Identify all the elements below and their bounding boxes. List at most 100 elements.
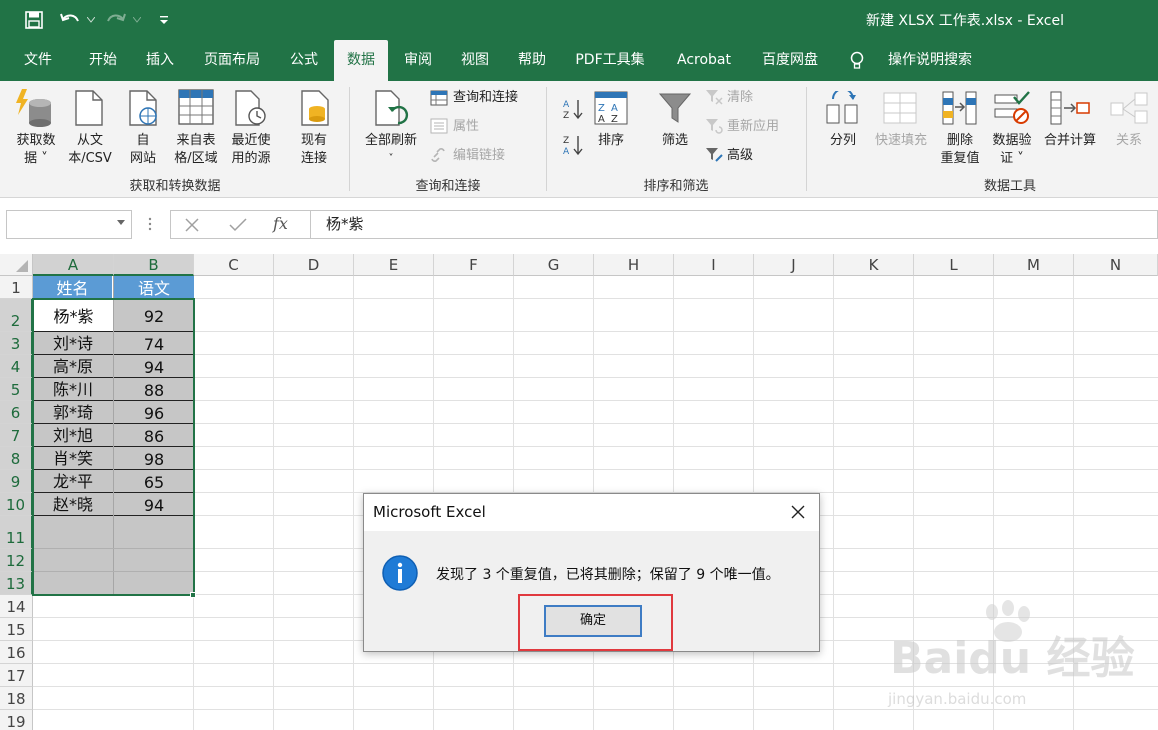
grid-line: [33, 331, 1158, 332]
svg-text:A: A: [611, 103, 618, 114]
row-header-17[interactable]: 17: [0, 664, 33, 687]
column-header-d[interactable]: D: [274, 254, 354, 276]
consolidate-label: 合并计算: [1043, 133, 1096, 148]
text-to-columns-label: 分列: [829, 133, 856, 148]
recent-sources-button[interactable]: 最近使 用的源: [224, 81, 278, 169]
grid-line: [33, 298, 1158, 299]
tab-help[interactable]: 帮助: [506, 40, 558, 81]
tab-baidu-netdisk[interactable]: 百度网盘: [750, 40, 830, 81]
queries-connections-button[interactable]: 查询和连接: [453, 88, 518, 108]
row-header-6[interactable]: 6: [0, 401, 33, 424]
from-table-label-1: 来自表: [176, 133, 216, 148]
column-header-n[interactable]: N: [1074, 254, 1158, 276]
fill-handle[interactable]: [190, 592, 196, 598]
from-table-range-button[interactable]: 来自表 格/区域: [168, 81, 224, 169]
tell-me-search[interactable]: 操作说明搜索: [880, 40, 980, 81]
row-header-10[interactable]: 10: [0, 493, 33, 516]
data-validation-button[interactable]: 数据验 证 ˅: [986, 81, 1038, 169]
name-box[interactable]: [6, 210, 132, 239]
grid-line: [353, 276, 354, 730]
advanced-button[interactable]: 高级: [727, 146, 753, 166]
column-header-j[interactable]: J: [754, 254, 834, 276]
from-text-label-1: 从文: [76, 133, 103, 148]
row-header-11[interactable]: 11: [0, 516, 33, 549]
column-header-g[interactable]: G: [514, 254, 594, 276]
from-web-button[interactable]: 自 网站: [118, 81, 168, 169]
row-header-1[interactable]: 1: [0, 276, 33, 299]
row-header-2[interactable]: 2: [0, 299, 33, 332]
lightbulb-icon[interactable]: [846, 40, 868, 81]
ok-button[interactable]: 确定: [544, 605, 642, 637]
row-header-12[interactable]: 12: [0, 549, 33, 572]
column-header-b[interactable]: B: [114, 254, 194, 276]
header-cell-name[interactable]: 姓名: [33, 276, 113, 299]
enter-icon[interactable]: [229, 218, 247, 232]
tab-acrobat[interactable]: Acrobat: [664, 40, 744, 81]
redo-dropdown-icon: [130, 8, 144, 32]
row-header-15[interactable]: 15: [0, 618, 33, 641]
column-header-f[interactable]: F: [434, 254, 514, 276]
column-header-h[interactable]: H: [594, 254, 674, 276]
group-separator: [546, 87, 547, 191]
column-header-a[interactable]: A: [33, 254, 114, 276]
formula-input[interactable]: 杨*紫: [310, 210, 1158, 239]
remove-duplicates-button[interactable]: 删除 重复值: [934, 81, 986, 169]
grid-line: [33, 423, 1158, 424]
sort-button[interactable]: ZAAZ 排序: [588, 81, 634, 169]
flash-fill-icon: [883, 92, 917, 124]
tab-view[interactable]: 视图: [448, 40, 502, 81]
column-header-m[interactable]: M: [994, 254, 1074, 276]
tab-data[interactable]: 数据: [334, 40, 388, 81]
column-header-l[interactable]: L: [914, 254, 994, 276]
close-icon[interactable]: [789, 503, 807, 521]
select-all-button[interactable]: [0, 254, 33, 276]
formula-buttons: fx: [170, 210, 310, 239]
consolidate-button[interactable]: 合并计算: [1038, 81, 1102, 169]
row-header-14[interactable]: 14: [0, 595, 33, 618]
customize-qat-icon[interactable]: [154, 8, 174, 32]
undo-dropdown-icon[interactable]: [84, 8, 98, 32]
grid-line: [833, 276, 834, 730]
sort-ascending-icon[interactable]: AZ: [562, 97, 584, 121]
column-header-i[interactable]: I: [674, 254, 754, 276]
insert-function-icon[interactable]: fx: [273, 214, 288, 233]
from-text-csv-button[interactable]: 从文 本/CSV: [62, 81, 118, 169]
header-cell-score[interactable]: 语文: [114, 276, 194, 299]
undo-icon[interactable]: [58, 8, 82, 32]
refresh-all-button[interactable]: 全部刷新 ˅: [358, 81, 424, 169]
tab-page-layout[interactable]: 页面布局: [192, 40, 272, 81]
get-data-button[interactable]: 获取数 据 ˅: [8, 81, 64, 169]
row-header-8[interactable]: 8: [0, 447, 33, 470]
row-header-4[interactable]: 4: [0, 355, 33, 378]
drag-handle-icon[interactable]: [148, 216, 152, 232]
filter-button[interactable]: 筛选: [652, 81, 698, 169]
tab-home[interactable]: 开始: [74, 40, 132, 81]
cancel-icon[interactable]: [185, 218, 199, 232]
tab-review[interactable]: 审阅: [392, 40, 444, 81]
column-header-e[interactable]: E: [354, 254, 434, 276]
row-header-7[interactable]: 7: [0, 424, 33, 447]
column-header-c[interactable]: C: [194, 254, 274, 276]
name-box-dropdown-icon[interactable]: [117, 220, 125, 225]
tab-file[interactable]: 文件: [10, 40, 66, 81]
row-header-9[interactable]: 9: [0, 470, 33, 493]
get-data-label-1: 获取数: [16, 133, 56, 148]
reapply-button: 重新应用: [727, 119, 780, 134]
row-header-3[interactable]: 3: [0, 332, 33, 355]
save-icon[interactable]: [22, 8, 46, 32]
row-header-13[interactable]: 13: [0, 572, 33, 595]
row-header-19[interactable]: 19: [0, 710, 33, 730]
row-header-16[interactable]: 16: [0, 641, 33, 664]
row-header-5[interactable]: 5: [0, 378, 33, 401]
sort-descending-icon[interactable]: ZA: [562, 133, 584, 157]
text-to-columns-button[interactable]: 分列: [820, 81, 866, 169]
tab-insert[interactable]: 插入: [134, 40, 186, 81]
dialog-title-bar: Microsoft Excel: [364, 494, 819, 531]
row-header-18[interactable]: 18: [0, 687, 33, 710]
column-header-k[interactable]: K: [834, 254, 914, 276]
existing-conn-label-1: 现有: [300, 133, 327, 148]
tab-pdf-tools[interactable]: PDF工具集: [562, 40, 658, 81]
tab-formulas[interactable]: 公式: [278, 40, 330, 81]
from-table-label-2: 格/区域: [174, 151, 218, 166]
existing-connections-button[interactable]: 现有 连接: [288, 81, 340, 169]
